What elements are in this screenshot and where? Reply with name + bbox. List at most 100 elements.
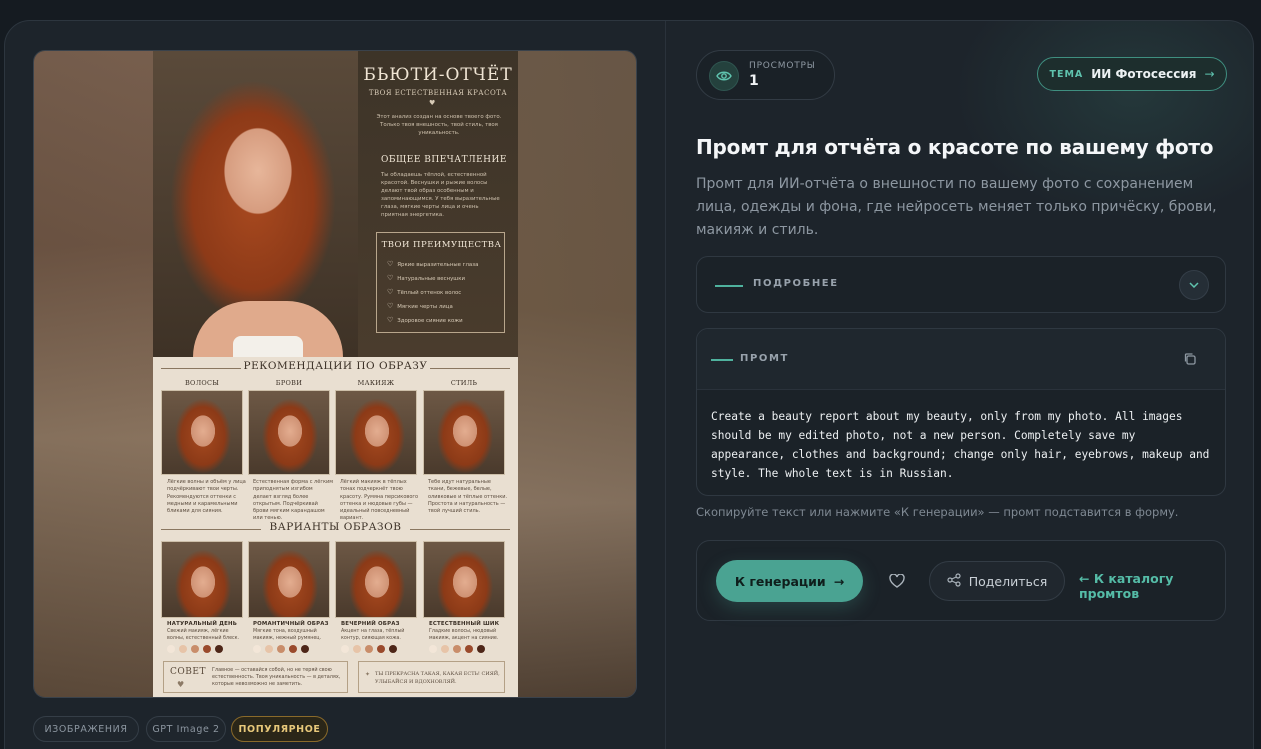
- views-value: 1: [749, 73, 759, 89]
- tip-title: СОВЕТ: [170, 667, 206, 677]
- variant-head: ЕСТЕСТВЕННЫЙ ШИК: [429, 621, 500, 627]
- accent-bar: [715, 285, 743, 287]
- color-swatch: [477, 645, 485, 653]
- tag-model[interactable]: GPT Image 2: [146, 716, 226, 742]
- arrow-right-icon: →: [1204, 67, 1215, 81]
- heart-icon: ♡: [387, 274, 394, 282]
- generate-button[interactable]: К генерации →: [716, 560, 863, 602]
- back-to-catalog-link[interactable]: ← К каталогу промтов: [1079, 571, 1225, 601]
- preview-image[interactable]: БЬЮТИ-ОТЧЁТ ТВОЯ ЕСТЕСТВЕННАЯ КРАСОТА ♥ …: [33, 50, 637, 698]
- image-blur-left: [34, 51, 154, 697]
- variant-thumbnail: [335, 541, 417, 618]
- variants-title: ВАРИАНТЫ ОБРАЗОВ: [269, 521, 402, 533]
- color-swatch: [191, 645, 199, 653]
- actions-bar: К генерации → Поделиться ← К каталогу пр…: [696, 540, 1226, 621]
- advantage-label: Яркие выразительные глаза: [397, 262, 479, 268]
- advantage-item: ♡ Тёплый оттенок волос: [387, 288, 461, 296]
- color-swatch: [215, 645, 223, 653]
- rec-column-head: СТИЛЬ: [450, 379, 478, 387]
- advantage-item: ♡ Здоровое сияние кожи: [387, 316, 463, 324]
- column-divider: [665, 21, 666, 749]
- poster-subtitle: ТВОЯ ЕСТЕСТВЕННАЯ КРАСОТА: [368, 89, 508, 97]
- accent-bar: [711, 359, 733, 361]
- rec-thumbnail: [335, 390, 417, 475]
- rec-column-text: Естественная форма с лёгким приподнятым …: [253, 479, 333, 522]
- views-counter: ПРОСМОТРЫ 1: [696, 50, 835, 100]
- tag-images[interactable]: ИЗОБРАЖЕНИЯ: [33, 716, 139, 742]
- color-swatch: [429, 645, 437, 653]
- advantage-item: ♡ Мягкие черты лица: [387, 302, 453, 310]
- color-swatch: [441, 645, 449, 653]
- color-swatch: [465, 645, 473, 653]
- sparkle-icon: ✦: [365, 671, 371, 678]
- rec-column-text: Лёгкие волны и объём у лица подчёркивают…: [167, 479, 246, 515]
- heart-icon[interactable]: [885, 569, 909, 593]
- copy-icon[interactable]: [1183, 351, 1199, 367]
- variant-head: НАТУРАЛЬНЫЙ ДЕНЬ: [167, 621, 238, 627]
- variant-text: Гладкие волосы, нюдовый макияж, акцент н…: [429, 629, 499, 641]
- prompt-box: ПРОМТ Create a beauty report about my be…: [696, 328, 1226, 496]
- variant-head: РОМАНТИЧНЫЙ ОБРАЗ: [253, 621, 329, 627]
- theme-value: ИИ Фотосессия: [1091, 67, 1197, 81]
- color-swatch: [341, 645, 349, 653]
- rec-column-head: БРОВИ: [275, 379, 303, 387]
- color-swatch: [289, 645, 297, 653]
- color-swatch: [167, 645, 175, 653]
- color-swatch: [277, 645, 285, 653]
- variant-text: Свежий макияж, лёгкие волны, естественны…: [167, 629, 240, 641]
- poster-intro: Этот анализ создан на основе твоего фото…: [376, 114, 502, 136]
- color-swatch: [389, 645, 397, 653]
- color-swatch: [353, 645, 361, 653]
- theme-key: ТЕМА: [1049, 68, 1084, 80]
- poster-header: БЬЮТИ-ОТЧЁТ ТВОЯ ЕСТЕСТВЕННАЯ КРАСОТА ♥ …: [153, 51, 518, 357]
- rec-thumbnail: [248, 390, 330, 475]
- prompt-label: ПРОМТ: [740, 353, 789, 364]
- variant-text: Мягкие тона, воздушный макияж, нежный ру…: [253, 629, 322, 641]
- tip-text: Главное — оставайся собой, но не теряй с…: [212, 667, 341, 688]
- share-icon: [947, 572, 961, 590]
- advantage-item: ♡ Натуральные веснушки: [387, 274, 465, 282]
- color-swatch: [179, 645, 187, 653]
- rule-line: [430, 368, 510, 369]
- page-description: Промт для ИИ-отчёта о внешности по вашем…: [696, 176, 1217, 238]
- rec-column-head: МАКИЯЖ: [357, 379, 395, 387]
- arrow-right-icon: →: [833, 573, 845, 589]
- color-swatch: [265, 645, 273, 653]
- variant-head: ВЕЧЕРНИЙ ОБРАЗ: [341, 621, 400, 627]
- tag-popular[interactable]: ПОПУЛЯРНОЕ: [231, 716, 328, 742]
- color-swatch: [301, 645, 309, 653]
- rec-thumbnail: [161, 390, 243, 475]
- impression-text: Ты обладаешь тёплой, естественной красот…: [381, 172, 500, 218]
- heart-icon: ♡: [387, 316, 394, 324]
- poster-title: БЬЮТИ-ОТЧЁТ: [363, 65, 513, 85]
- prompt-text[interactable]: Create a beauty report about my beauty, …: [711, 407, 1216, 483]
- page-title: Промт для отчёта о красоте по вашему фот…: [696, 135, 1214, 159]
- prompt-header: ПРОМТ: [697, 329, 1225, 390]
- variant-thumbnail: [161, 541, 243, 618]
- color-swatch: [365, 645, 373, 653]
- variant-thumbnail: [248, 541, 330, 618]
- views-label: ПРОСМОТРЫ: [749, 61, 816, 71]
- rec-thumbnail: [423, 390, 505, 475]
- generate-label: К генерации: [734, 573, 826, 589]
- chevron-down-icon[interactable]: [1179, 270, 1209, 300]
- variant-thumbnail: [423, 541, 505, 618]
- variant-text: Акцент на глаза, тёплый контур, сияющая …: [341, 629, 405, 641]
- heart-icon: ♥: [177, 680, 185, 689]
- closing-text: ТЫ ПРЕКРАСНА ТАКАЯ, КАКАЯ ЕСТЬ! СИЯЙ, УЛ…: [375, 671, 500, 685]
- portrait-photo: [153, 51, 358, 357]
- color-swatch: [377, 645, 385, 653]
- image-blur-right: [516, 51, 636, 697]
- rec-column-text: Тебе идут натуральные ткани, бежевые, бе…: [428, 479, 508, 515]
- advantages-box: ТВОИ ПРЕИМУЩЕСТВА ♡ Яркие выразительные г…: [376, 232, 505, 333]
- color-swatch: [253, 645, 261, 653]
- details-label: ПОДРОБНЕЕ: [753, 278, 839, 289]
- tip-box: СОВЕТ ♥ Главное — оставайся собой, но не…: [163, 661, 348, 693]
- heart-icon: ♡: [387, 260, 394, 268]
- rec-column-text: Лёгкий макияж в тёплых тонах подчеркнёт …: [340, 479, 419, 522]
- heart-icon: ♡: [387, 302, 394, 310]
- advantage-label: Тёплый оттенок волос: [397, 290, 462, 296]
- details-accordion[interactable]: ПОДРОБНЕЕ: [696, 256, 1226, 313]
- share-button[interactable]: Поделиться: [929, 561, 1065, 601]
- theme-link[interactable]: ТЕМА ИИ Фотосессия →: [1037, 57, 1227, 91]
